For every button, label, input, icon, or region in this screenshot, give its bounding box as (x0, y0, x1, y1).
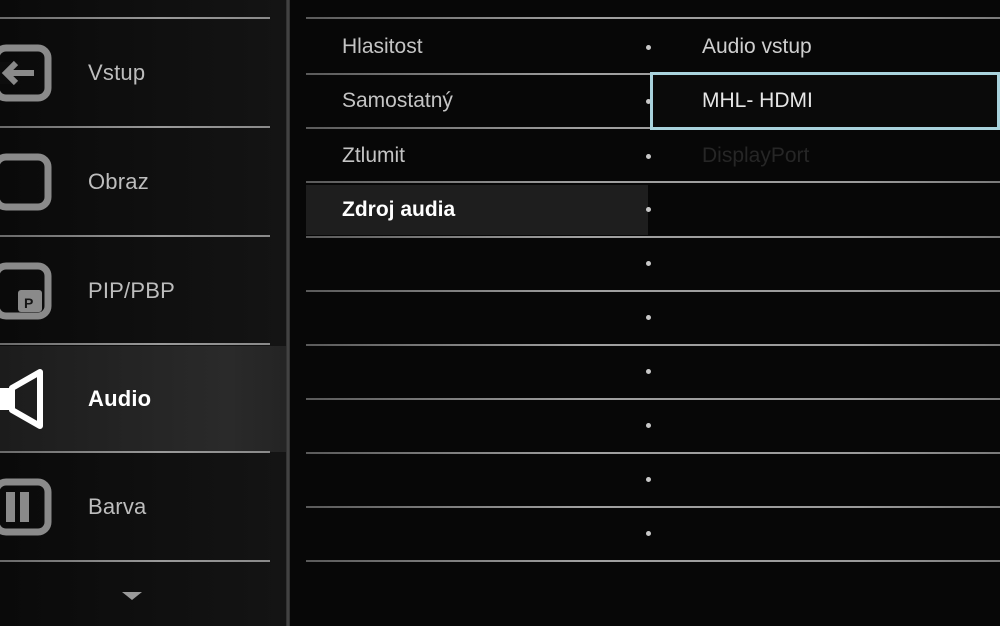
sidebar-divider (0, 451, 270, 453)
menu-item-label: Zdroj audia (342, 198, 456, 221)
sidebar-item-barva[interactable]: Barva (0, 454, 286, 560)
sidebar-item-label: Vstup (88, 60, 146, 85)
option-label: DisplayPort (702, 144, 810, 167)
row-divider (306, 560, 1000, 562)
option-label: MHL- HDMI (702, 89, 813, 112)
menu-item-ztlumit[interactable]: Ztlumit (306, 131, 648, 181)
sidebar-item-vstup[interactable]: Vstup (0, 20, 286, 126)
row-divider (306, 506, 1000, 508)
row-divider (306, 236, 1000, 238)
sidebar-item-pip-pbp[interactable]: P PIP/PBP (0, 238, 286, 344)
sidebar-item-obraz[interactable]: Obraz (0, 129, 286, 235)
sidebar-item-label: PIP/PBP (88, 278, 175, 303)
menu-item-hlasitost[interactable]: Hlasitost (306, 22, 648, 72)
column-dot (646, 315, 651, 320)
column-dot (646, 423, 651, 428)
sidebar-divider (0, 126, 270, 128)
row-divider (306, 290, 1000, 292)
menu-item-label: Ztlumit (342, 144, 405, 167)
row-divider (306, 181, 1000, 183)
row-divider (306, 398, 1000, 400)
menu-item-label: Hlasitost (342, 35, 423, 58)
color-icon (0, 478, 52, 536)
sidebar-divider (0, 17, 270, 19)
sidebar-divider (0, 235, 270, 237)
main-panel: Hlasitost Samostatný Ztlumit Zdroj audia… (290, 0, 1000, 626)
picture-icon (0, 153, 52, 211)
sidebar: Vstup Obraz P PIP/PBP Audio Barva (0, 0, 286, 626)
row-divider (306, 452, 1000, 454)
sidebar-item-label: Audio (88, 386, 152, 411)
sidebar-item-label: Obraz (88, 169, 149, 194)
row-divider (306, 344, 1000, 346)
input-icon (0, 44, 52, 102)
submenu-header: Audio vstup (650, 22, 1000, 72)
sidebar-divider (0, 560, 270, 562)
menu-item-label: Samostatný (342, 89, 453, 112)
menu-item-zdroj-audia[interactable]: Zdroj audia (306, 185, 648, 235)
sidebar-item-audio[interactable]: Audio (0, 346, 286, 452)
speaker-icon (0, 369, 43, 429)
column-dot (646, 207, 651, 212)
sidebar-divider (0, 343, 270, 345)
column-dot (646, 531, 651, 536)
column-dot (646, 369, 651, 374)
menu-item-samostatny[interactable]: Samostatný (306, 76, 648, 126)
column-dot (646, 477, 651, 482)
row-divider (306, 17, 1000, 19)
sidebar-item-label: Barva (88, 494, 147, 519)
chevron-down-icon[interactable] (122, 592, 142, 600)
pip-icon: P (0, 262, 52, 320)
svg-text:P: P (24, 295, 33, 311)
column-dot (646, 261, 651, 266)
option-mhl-hdmi[interactable]: MHL- HDMI (650, 72, 1000, 130)
submenu-header-label: Audio vstup (702, 35, 812, 58)
option-displayport[interactable]: DisplayPort (650, 131, 1000, 181)
